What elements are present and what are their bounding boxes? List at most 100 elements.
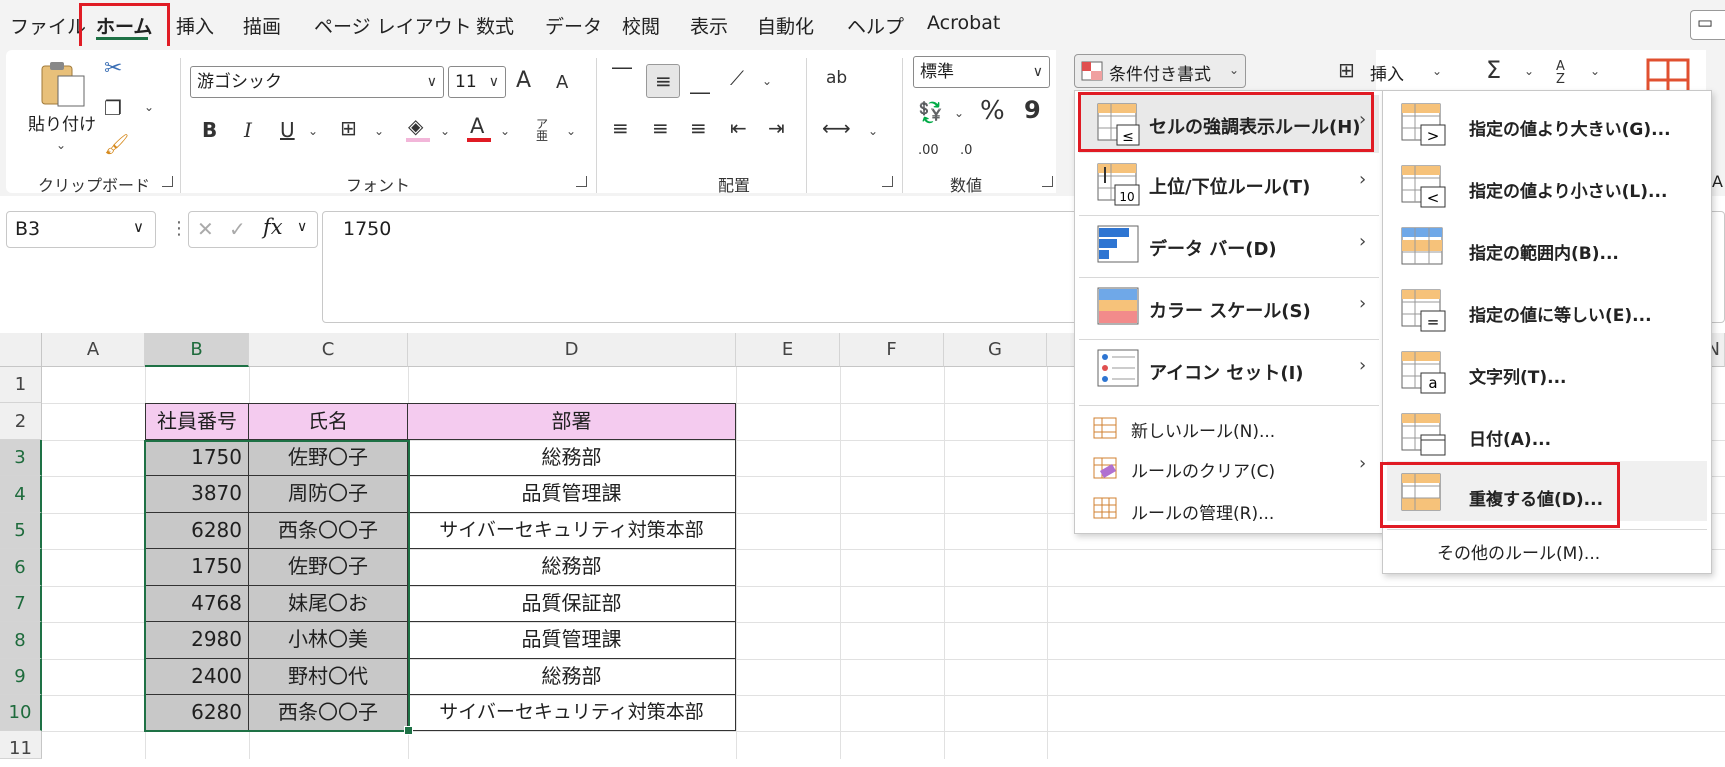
row-header-3[interactable]: 3: [0, 440, 42, 476]
font-color-dropdown-chevron[interactable]: ⌄: [500, 124, 510, 138]
column-header-b[interactable]: B: [145, 333, 249, 367]
paste-dropdown-chevron[interactable]: ⌄: [56, 138, 66, 152]
column-header-f[interactable]: F: [840, 333, 944, 367]
bold-button[interactable]: B: [202, 120, 217, 140]
percent-icon[interactable]: %: [980, 98, 1005, 124]
sort-dropdown-chevron[interactable]: ⌄: [1590, 64, 1600, 78]
table-cell-department[interactable]: 総務部: [408, 440, 736, 476]
table-cell-department[interactable]: 品質管理課: [408, 622, 736, 659]
number-format-select[interactable]: 標準 ∨: [913, 56, 1050, 88]
currency-icon[interactable]: 💱: [918, 102, 943, 122]
tab-file[interactable]: ファイル: [10, 12, 86, 39]
row-header-1[interactable]: 1: [0, 367, 42, 403]
tab-acrobat[interactable]: Acrobat: [927, 12, 1000, 34]
row-header-4[interactable]: 4: [0, 476, 42, 513]
font-size-select[interactable]: 11 ∨: [448, 66, 506, 98]
color-scales-label[interactable]: カラー スケール(S): [1149, 297, 1311, 323]
comment-button[interactable]: ▭: [1690, 10, 1725, 40]
row-header-8[interactable]: 8: [0, 622, 42, 659]
column-header-d[interactable]: D: [408, 333, 736, 367]
clipboard-launcher-icon[interactable]: [162, 176, 173, 187]
text-contains-label[interactable]: 文字列(T)...: [1469, 363, 1567, 388]
table-cell-department[interactable]: 品質保証部: [408, 586, 736, 622]
tab-review[interactable]: 校閲: [622, 12, 660, 39]
tab-formulas[interactable]: 数式: [476, 12, 514, 39]
table-cell-department[interactable]: 総務部: [408, 549, 736, 586]
wrap-text-icon[interactable]: ab: [826, 70, 847, 87]
merge-center-icon[interactable]: ⟷: [822, 118, 851, 138]
name-box[interactable]: B3 ∨: [6, 211, 156, 248]
font-color-icon[interactable]: A: [470, 116, 484, 137]
orientation-dropdown-chevron[interactable]: ⌄: [762, 74, 772, 88]
align-right-icon[interactable]: ≡: [690, 118, 707, 138]
check-icon[interactable]: ✓: [229, 217, 246, 241]
phonetic-guide-icon[interactable]: ア亜: [536, 118, 548, 142]
align-left-icon[interactable]: ≡: [612, 118, 629, 138]
tab-data[interactable]: データ: [545, 12, 602, 39]
cut-icon[interactable]: ✂: [104, 58, 122, 80]
insert-dropdown-chevron[interactable]: ⌄: [1432, 64, 1442, 78]
clear-rules-label[interactable]: ルールのクリア(C): [1131, 457, 1275, 482]
paste-button[interactable]: 貼り付け: [28, 58, 96, 135]
between-label[interactable]: 指定の範囲内(B)...: [1469, 239, 1619, 264]
align-middle-button[interactable]: ≡: [646, 64, 680, 98]
tab-page-layout[interactable]: ページ レイアウト: [314, 12, 472, 39]
font-name-select[interactable]: 游ゴシック ∨: [190, 66, 444, 98]
column-header-a[interactable]: A: [42, 333, 145, 367]
autosum-icon[interactable]: Σ: [1486, 58, 1501, 82]
row-header-10[interactable]: 10: [0, 695, 42, 731]
decrease-indent-icon[interactable]: ⇤: [730, 118, 747, 138]
tab-insert[interactable]: 挿入: [176, 12, 214, 39]
row-header-5[interactable]: 5: [0, 513, 42, 549]
table-cell-department[interactable]: 品質管理課: [408, 476, 736, 513]
conditional-format-button[interactable]: 条件付き書式 ⌄: [1074, 54, 1246, 88]
cancel-icon[interactable]: ✕: [197, 217, 214, 241]
number-launcher-icon[interactable]: [1042, 176, 1053, 187]
increase-indent-icon[interactable]: ⇥: [768, 118, 785, 138]
table-cell-department[interactable]: サイバーセキュリティ対策本部: [408, 513, 736, 549]
copy-icon[interactable]: ❐: [104, 98, 122, 118]
shrink-font-icon[interactable]: A: [556, 74, 568, 92]
italic-button[interactable]: I: [244, 120, 252, 140]
row-header-9[interactable]: 9: [0, 659, 42, 695]
table-cell-department[interactable]: サイバーセキュリティ対策本部: [408, 695, 736, 731]
row-header-6[interactable]: 6: [0, 549, 42, 586]
column-header-e[interactable]: E: [736, 333, 840, 367]
autosum-dropdown-chevron[interactable]: ⌄: [1524, 64, 1534, 78]
table-cell-department[interactable]: 総務部: [408, 659, 736, 695]
fill-handle[interactable]: [404, 726, 413, 735]
icon-sets-label[interactable]: アイコン セット(I): [1149, 359, 1304, 385]
underline-dropdown-chevron[interactable]: ⌄: [308, 124, 318, 138]
format-painter-icon[interactable]: 🖌: [104, 134, 129, 154]
more-rules-label[interactable]: その他のルール(M)...: [1437, 539, 1600, 564]
tab-automate[interactable]: 自動化: [757, 12, 814, 39]
new-rule-label[interactable]: 新しいルール(N)...: [1131, 417, 1275, 442]
tab-view[interactable]: 表示: [690, 12, 728, 39]
copy-dropdown-chevron[interactable]: ⌄: [144, 100, 154, 114]
less-than-label[interactable]: 指定の値より小さい(L)...: [1469, 177, 1667, 202]
orientation-icon[interactable]: ⟋: [730, 68, 744, 88]
sort-filter-icon[interactable]: A Z: [1556, 60, 1576, 86]
insert-function-icon[interactable]: fx: [263, 215, 283, 239]
align-top-icon[interactable]: ⎺: [612, 66, 632, 86]
fill-color-dropdown-chevron[interactable]: ⌄: [440, 124, 450, 138]
insert-cells-icon[interactable]: ⊞: [1338, 60, 1355, 80]
tab-help[interactable]: ヘルプ: [847, 12, 904, 39]
greater-than-label[interactable]: 指定の値より大きい(G)...: [1469, 115, 1671, 140]
row-header-11[interactable]: 11: [0, 731, 42, 759]
decrease-decimal-icon[interactable]: .0: [960, 144, 972, 157]
border-icon[interactable]: ⊞: [340, 118, 357, 138]
date-occurring-label[interactable]: 日付(A)...: [1469, 425, 1551, 450]
header-department[interactable]: 部署: [408, 403, 736, 440]
align-center-icon[interactable]: ≡: [652, 118, 669, 138]
row-header-7[interactable]: 7: [0, 586, 42, 622]
equal-to-label[interactable]: 指定の値に等しい(E)...: [1469, 301, 1652, 326]
alignment-launcher-icon[interactable]: [882, 176, 893, 187]
tab-draw[interactable]: 描画: [243, 12, 281, 39]
border-dropdown-chevron[interactable]: ⌄: [374, 124, 384, 138]
data-bars-label[interactable]: データ バー(D): [1149, 235, 1277, 261]
grow-font-icon[interactable]: A: [516, 70, 531, 92]
currency-dropdown-chevron[interactable]: ⌄: [954, 106, 964, 120]
select-all-corner[interactable]: [0, 333, 42, 367]
top-bottom-rules-label[interactable]: 上位/下位ルール(T): [1149, 173, 1310, 199]
